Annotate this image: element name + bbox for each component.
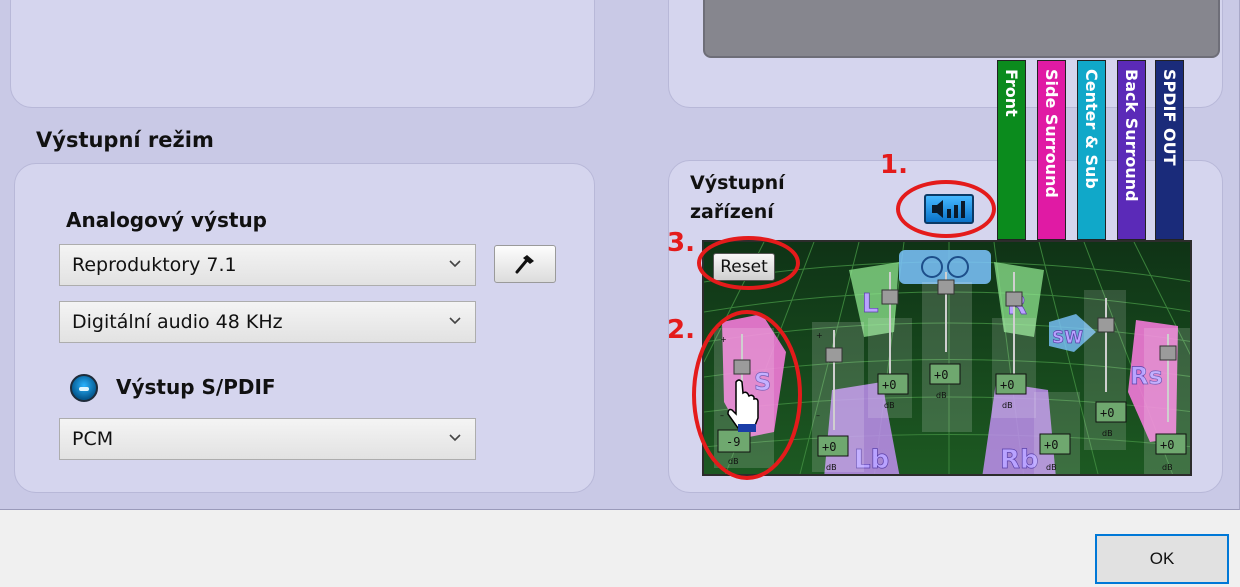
spdif-toggle-icon[interactable]	[70, 374, 98, 402]
device-preview-area	[703, 0, 1220, 58]
db-value-back-left: +0	[822, 440, 836, 454]
slider-plus-sign: +	[816, 331, 823, 340]
db-value-side-right: +0	[1160, 438, 1174, 452]
db-unit-label: dB	[884, 401, 895, 410]
speaker-config-value: Reproduktory 7.1	[72, 254, 237, 276]
db-value-back-right: +0	[1044, 438, 1058, 452]
db-unit-label: dB	[826, 463, 837, 472]
volume-slider-back-left[interactable]: + – +0 dB	[812, 322, 864, 472]
channel-tab-label: Side Surround	[1042, 69, 1061, 198]
stage: Výstupní režim Analogový výstup Reproduk…	[0, 0, 1240, 587]
annotation-circle-1	[896, 180, 996, 238]
speaker-settings-button[interactable]	[494, 245, 556, 283]
back-right-label: Rb	[1000, 445, 1039, 475]
sample-rate-select[interactable]: Digitální audio 48 KHz	[59, 301, 476, 343]
db-unit-label: dB	[1162, 463, 1173, 472]
channel-tab-label: Center & Sub	[1082, 69, 1101, 189]
channel-tab-front[interactable]: Front	[997, 60, 1026, 240]
db-unit-label: dB	[936, 391, 947, 400]
db-unit-label: dB	[1102, 429, 1113, 438]
output-device-title-line1: Výstupní	[690, 172, 785, 194]
analog-output-label: Analogový výstup	[66, 208, 267, 232]
annotation-number-2: 2.	[667, 315, 695, 345]
subwoofer-label: SW	[1052, 328, 1083, 348]
db-value-subwoofer: +0	[1100, 406, 1114, 420]
db-unit-label: dB	[1002, 401, 1013, 410]
annotation-number-1: 1.	[880, 150, 908, 180]
db-value-center: +0	[934, 368, 948, 382]
channel-tab-side-surround[interactable]: Side Surround	[1037, 60, 1066, 240]
audio-settings-dialog: Výstupní režim Analogový výstup Reproduk…	[0, 0, 1240, 510]
volume-slider-center[interactable]: +0 dB	[922, 272, 972, 432]
annotation-circle-2	[692, 310, 802, 480]
ok-button[interactable]: OK	[1095, 534, 1229, 584]
channel-tab-spdif-out[interactable]: SPDIF OUT	[1155, 60, 1184, 240]
sample-rate-value: Digitální audio 48 KHz	[72, 311, 283, 333]
front-left-label: L	[862, 289, 879, 319]
dialog-footer	[0, 510, 1240, 587]
volume-slider-side-right[interactable]: +0 dB	[1144, 328, 1190, 474]
slider-minus-sign: –	[816, 411, 820, 420]
annotation-circle-3	[697, 236, 800, 290]
hammer-icon	[515, 255, 534, 274]
db-value-center-left: +0	[882, 378, 896, 392]
volume-slider-back-right[interactable]: +0 dB	[1034, 392, 1080, 476]
chevron-down-icon	[449, 434, 461, 442]
output-device-title-line2: zařízení	[690, 201, 774, 223]
volume-slider-subwoofer[interactable]: +0 dB	[1084, 290, 1127, 450]
speaker-config-select[interactable]: Reproduktory 7.1	[59, 244, 476, 286]
output-mode-title: Výstupní režim	[36, 128, 214, 152]
db-value-center-right: +0	[1000, 378, 1014, 392]
channel-tab-back-surround[interactable]: Back Surround	[1117, 60, 1146, 240]
top-left-panel	[10, 0, 595, 108]
channel-tab-label: Back Surround	[1122, 69, 1141, 202]
spdif-output-label: Výstup S/PDIF	[116, 375, 276, 399]
spdif-format-value: PCM	[72, 428, 114, 450]
annotation-number-3: 3.	[667, 228, 695, 258]
channel-tab-center-sub[interactable]: Center & Sub	[1077, 60, 1106, 240]
channel-tab-label: Front	[1002, 69, 1021, 117]
spdif-format-select[interactable]: PCM	[59, 418, 476, 460]
channel-tab-label: SPDIF OUT	[1160, 69, 1179, 166]
db-unit-label: dB	[1046, 463, 1057, 472]
chevron-down-icon	[449, 317, 461, 325]
chevron-down-icon	[449, 260, 461, 268]
